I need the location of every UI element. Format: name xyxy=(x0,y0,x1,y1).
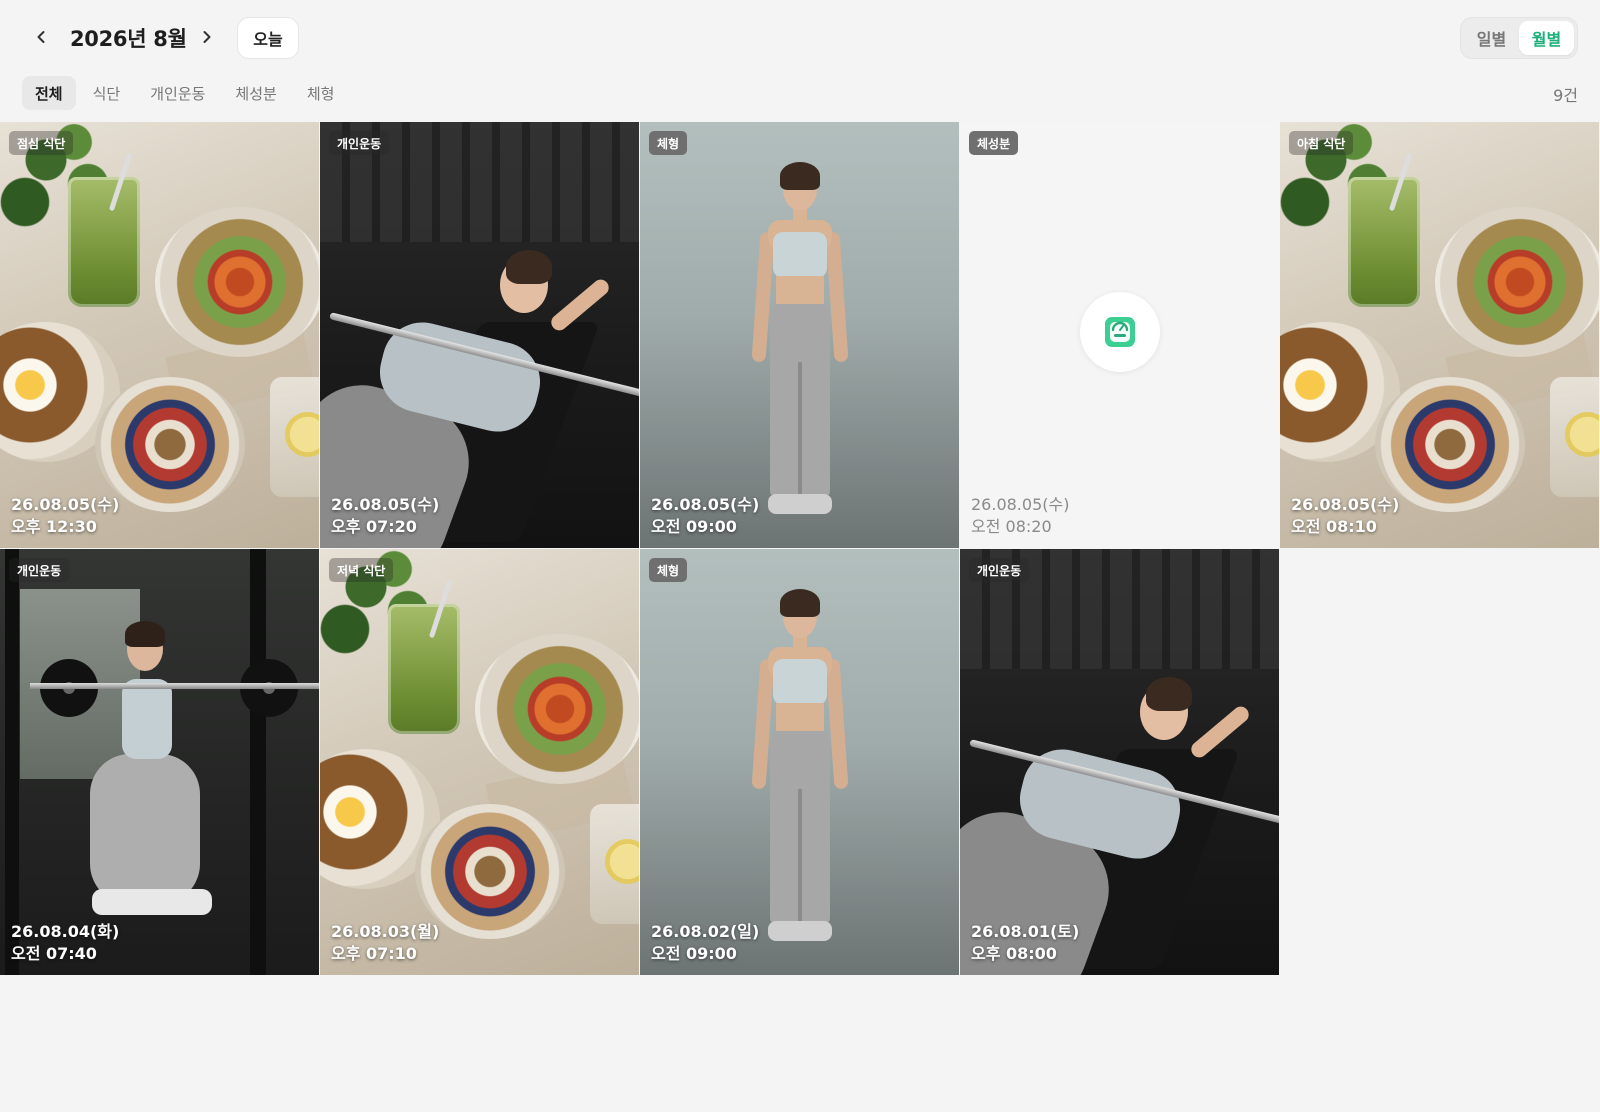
record-date: 26.08.05(수) xyxy=(651,495,760,514)
record-time: 오후 08:00 xyxy=(971,944,1057,963)
record-tile[interactable]: 저녁 식단 26.08.03(월) 오후 07:10 xyxy=(320,549,639,975)
empty-grid-cell xyxy=(1280,549,1599,975)
record-tag: 개인운동 xyxy=(969,558,1030,582)
record-time: 오전 09:00 xyxy=(651,944,737,963)
record-tag: 개인운동 xyxy=(329,131,390,155)
chevron-left-icon xyxy=(37,31,45,43)
record-tag: 개인운동 xyxy=(9,558,70,582)
record-count: 9건 xyxy=(1553,86,1578,105)
record-date: 26.08.05(수) xyxy=(331,495,440,514)
record-time: 오후 07:10 xyxy=(331,944,417,963)
record-tag: 저녁 식단 xyxy=(329,558,394,582)
record-time: 오전 09:00 xyxy=(651,517,737,536)
record-time: 오전 07:40 xyxy=(11,944,97,963)
previous-month-button[interactable] xyxy=(26,22,56,52)
tab-meal[interactable]: 식단 xyxy=(80,76,134,110)
record-date: 26.08.05(수) xyxy=(11,495,120,514)
next-month-button[interactable] xyxy=(192,22,222,52)
record-time: 오후 12:30 xyxy=(11,517,97,536)
chevron-right-icon xyxy=(203,31,211,43)
record-tile[interactable]: 개인운동 26.08.05(수) 오후 07:20 xyxy=(320,122,639,548)
record-tile[interactable]: 체형 26.08.02(일) 오전 09:00 xyxy=(640,549,959,975)
record-tile[interactable]: 체성분 26.08.05(수) 오전 08:20 xyxy=(960,122,1279,548)
record-tag: 아침 식단 xyxy=(1289,131,1354,155)
record-tag: 점심 식단 xyxy=(9,131,74,155)
record-tile[interactable]: 개인운동 26.08.01(토) 오후 08:00 xyxy=(960,549,1279,975)
record-tile[interactable]: 체형 26.08.05(수) 오전 09:00 xyxy=(640,122,959,548)
view-toggle: 일별 월별 xyxy=(1460,17,1578,59)
tab-body-shape[interactable]: 체형 xyxy=(294,76,348,110)
record-tile[interactable]: 점심 식단 26.08.05(수) 오후 12:30 xyxy=(0,122,319,548)
record-grid: 점심 식단 26.08.05(수) 오후 12:30 개인운동 26.08.05… xyxy=(0,122,1599,975)
today-button[interactable]: 오늘 xyxy=(237,17,299,59)
record-tile[interactable]: 아침 식단 26.08.05(수) 오전 08:10 xyxy=(1280,122,1599,548)
tab-personal-workout[interactable]: 개인운동 xyxy=(137,76,218,110)
record-date: 26.08.02(일) xyxy=(651,922,760,941)
record-tag: 체형 xyxy=(649,558,688,582)
month-title: 2026년 8월 xyxy=(70,27,187,51)
view-monthly-button[interactable]: 월별 xyxy=(1519,21,1574,55)
record-date: 26.08.05(수) xyxy=(971,495,1070,514)
tab-all[interactable]: 전체 xyxy=(22,76,76,110)
record-tag: 체형 xyxy=(649,131,688,155)
record-time: 오후 07:20 xyxy=(331,517,417,536)
record-date: 26.08.05(수) xyxy=(1291,495,1400,514)
view-daily-button[interactable]: 일별 xyxy=(1464,21,1519,55)
record-tag: 체성분 xyxy=(969,131,1019,155)
record-time: 오전 08:20 xyxy=(971,517,1052,536)
calendar-header: 2026년 8월 오늘 일별 월별 xyxy=(0,0,1600,76)
tab-body-composition[interactable]: 체성분 xyxy=(222,76,289,110)
scale-icon-badge xyxy=(1080,292,1160,372)
record-date: 26.08.01(토) xyxy=(971,922,1080,941)
scale-icon xyxy=(1105,317,1135,347)
record-date: 26.08.03(월) xyxy=(331,922,440,941)
category-tabs: 전체 식단 개인운동 체성분 체형 xyxy=(22,75,347,111)
record-date: 26.08.04(화) xyxy=(11,922,120,941)
record-time: 오전 08:10 xyxy=(1291,517,1377,536)
record-tile[interactable]: 개인운동 26.08.04(화) 오전 07:40 xyxy=(0,549,319,975)
